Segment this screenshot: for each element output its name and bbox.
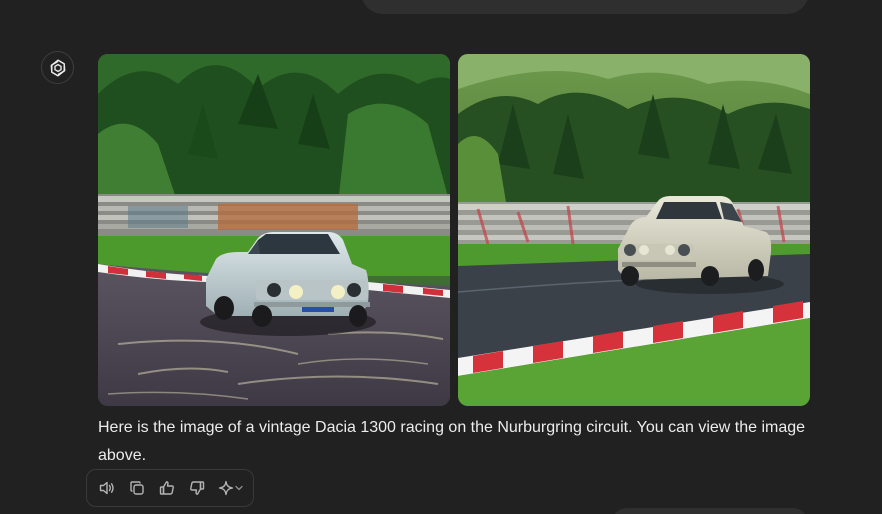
copy-icon (130, 481, 144, 495)
generated-image-2[interactable] (458, 54, 810, 406)
generated-image-1[interactable] (98, 54, 450, 406)
thumbs-up-icon (159, 481, 174, 495)
thumbs-down-icon (190, 481, 205, 495)
assistant-message-text: Here is the image of a vintage Dacia 130… (98, 419, 806, 464)
chevron-down-icon (235, 485, 243, 491)
sparkle-icon (218, 480, 234, 496)
good-response-button[interactable] (153, 474, 181, 502)
next-user-message-bubble (612, 508, 808, 514)
regenerate-model-menu-button[interactable] (213, 474, 249, 502)
bad-response-button[interactable] (183, 474, 211, 502)
chat-page: Here is the image of a vintage Dacia 130… (0, 0, 882, 514)
assistant-avatar (41, 51, 74, 84)
previous-user-message-bubble (361, 0, 809, 14)
copy-button[interactable] (123, 474, 151, 502)
message-action-bar (86, 469, 254, 507)
openai-logo-icon (50, 59, 65, 76)
speaker-icon (99, 481, 114, 495)
read-aloud-button[interactable] (93, 474, 121, 502)
